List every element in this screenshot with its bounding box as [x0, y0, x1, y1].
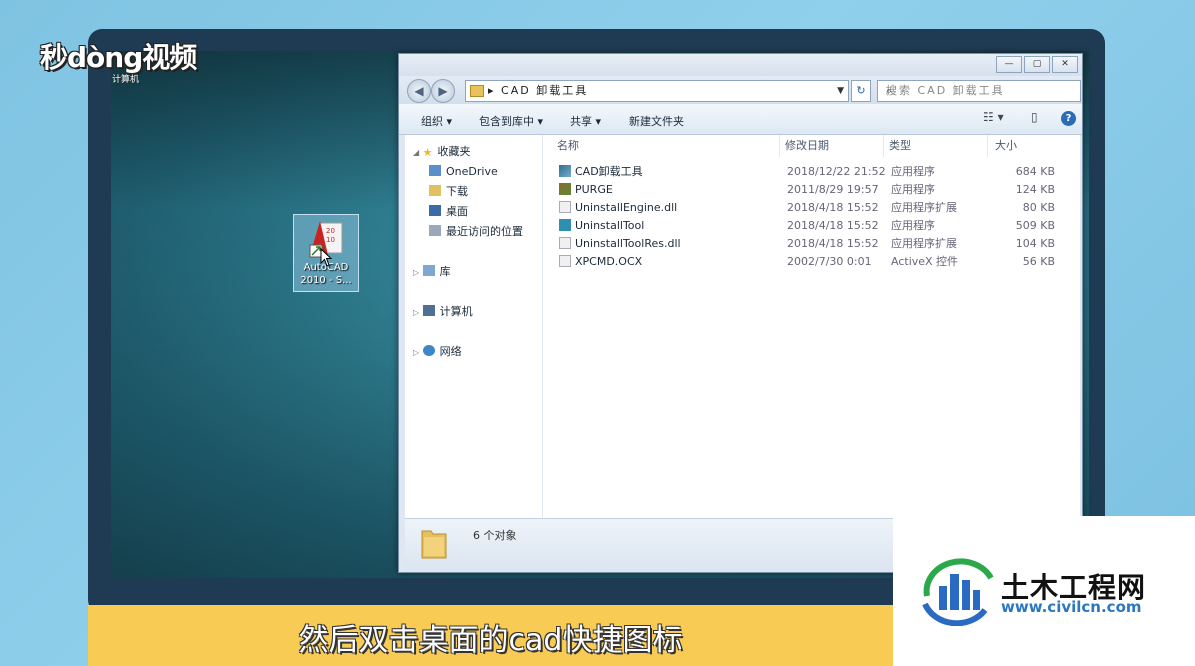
brand-logo: 秒dòng视频: [40, 41, 197, 74]
expand-icon: ◢: [413, 148, 420, 157]
preview-pane-icon[interactable]: ▯: [1031, 110, 1038, 124]
file-row[interactable]: PURGE 2011/8/29 19:57 应用程序 124 KB: [543, 181, 1080, 199]
nav-network[interactable]: ▷ 网络: [413, 343, 462, 361]
file-row[interactable]: XPCMD.OCX 2002/7/30 0:01 ActiveX 控件 56 K…: [543, 253, 1080, 271]
watermark-url: www.civilcn.com: [1001, 598, 1142, 616]
address-path: CAD 卸载工具: [501, 84, 589, 97]
dll-icon: [559, 237, 571, 249]
network-icon: [422, 345, 435, 356]
uninstall-tool-icon: [559, 219, 571, 231]
column-header-size[interactable]: 大小: [995, 135, 1057, 157]
address-separator: ▸: [488, 84, 496, 97]
file-row[interactable]: UninstallToolRes.dll 2018/4/18 15:52 应用程…: [543, 235, 1080, 253]
watermark: 土木工程网 www.civilcn.com: [893, 516, 1195, 666]
close-button[interactable]: ✕: [1052, 56, 1078, 73]
view-options-icon[interactable]: ☷ ▾: [983, 110, 1004, 124]
back-button[interactable]: ◀: [407, 79, 431, 103]
item-count: 6 个对象: [473, 529, 517, 542]
svg-text:10: 10: [326, 236, 335, 244]
purge-icon: [559, 183, 571, 195]
address-bar[interactable]: ▸ CAD 卸载工具 ▼: [465, 80, 849, 102]
file-row[interactable]: CAD卸载工具 2018/12/22 21:52 应用程序 684 KB: [543, 163, 1080, 181]
file-list: 名称 修改日期 类型 大小 CAD卸载工具 2018/12/22 21:52 应…: [543, 135, 1080, 518]
organize-menu[interactable]: 组织 ▾: [421, 113, 452, 129]
column-header-modified[interactable]: 修改日期: [785, 135, 884, 157]
help-icon[interactable]: ?: [1061, 111, 1076, 126]
onedrive-icon: [429, 165, 441, 176]
recent-places-icon: [429, 225, 441, 236]
svg-text:20: 20: [326, 227, 335, 235]
subtitle-caption: 然后双击桌面的cad快捷图标: [298, 623, 683, 658]
folder-icon: [470, 85, 484, 97]
desktop-icon: [429, 205, 441, 216]
star-icon: ★: [422, 146, 433, 159]
nav-onedrive[interactable]: OneDrive: [429, 163, 498, 181]
window-titlebar[interactable]: — ▢ ✕: [399, 54, 1082, 76]
include-library-menu[interactable]: 包含到库中 ▾: [479, 113, 543, 129]
nav-libraries[interactable]: ▷ 库: [413, 263, 451, 281]
search-icon: ⌕: [886, 84, 895, 97]
forward-button[interactable]: ▶: [431, 79, 455, 103]
minimize-button[interactable]: —: [996, 56, 1022, 73]
file-row[interactable]: UninstallEngine.dll 2018/4/18 15:52 应用程序…: [543, 199, 1080, 217]
civilcn-logo-icon: [922, 558, 994, 626]
refresh-button[interactable]: ↻: [851, 80, 871, 102]
brand-logo-sub: 计算机: [112, 75, 140, 85]
library-icon: [422, 265, 435, 276]
nav-recent[interactable]: 最近访问的位置: [429, 223, 523, 241]
column-header-type[interactable]: 类型: [889, 135, 988, 157]
nav-downloads[interactable]: 下载: [429, 183, 468, 201]
cad-uninstall-icon: [559, 165, 571, 177]
nav-favorites[interactable]: ◢ ★ 收藏夹: [413, 143, 471, 161]
mouse-cursor-icon: [320, 248, 333, 267]
share-menu[interactable]: 共享 ▾: [570, 113, 601, 129]
explorer-window: — ▢ ✕ ◀ ▶ ▸ CAD 卸载工具 ▼ ↻ 搜索 CAD 卸载工具 ⌕ 组…: [398, 53, 1083, 573]
nav-desktop[interactable]: 桌面: [429, 203, 468, 221]
search-input[interactable]: 搜索 CAD 卸载工具 ⌕: [877, 80, 1081, 102]
ocx-icon: [559, 255, 571, 267]
maximize-button[interactable]: ▢: [1024, 56, 1050, 73]
column-header-name[interactable]: 名称: [557, 135, 780, 157]
navigation-bar: ◀ ▶ ▸ CAD 卸载工具 ▼ ↻ 搜索 CAD 卸载工具 ⌕: [399, 76, 1082, 104]
dll-icon: [559, 201, 571, 213]
command-bar: 组织 ▾ 包含到库中 ▾ 共享 ▾ 新建文件夹 ☷ ▾ ▯ ?: [399, 104, 1082, 135]
downloads-icon: [429, 185, 441, 196]
file-row[interactable]: UninstallTool 2018/4/18 15:52 应用程序 509 K…: [543, 217, 1080, 235]
caption-bar: 然后双击桌面的cad快捷图标: [88, 605, 893, 666]
desktop-icon-label-line2: 2010 - S...: [300, 275, 352, 286]
nav-computer[interactable]: ▷ 计算机: [413, 303, 473, 321]
new-folder-button[interactable]: 新建文件夹: [629, 113, 684, 129]
computer-icon: [422, 305, 435, 316]
navigation-pane: ◢ ★ 收藏夹 OneDrive 下载 桌面 最近访问的位置 ▷ 库 ▷ 计算机 …: [405, 135, 542, 518]
folder-icon: [421, 530, 447, 559]
address-dropdown-icon[interactable]: ▼: [837, 81, 844, 101]
